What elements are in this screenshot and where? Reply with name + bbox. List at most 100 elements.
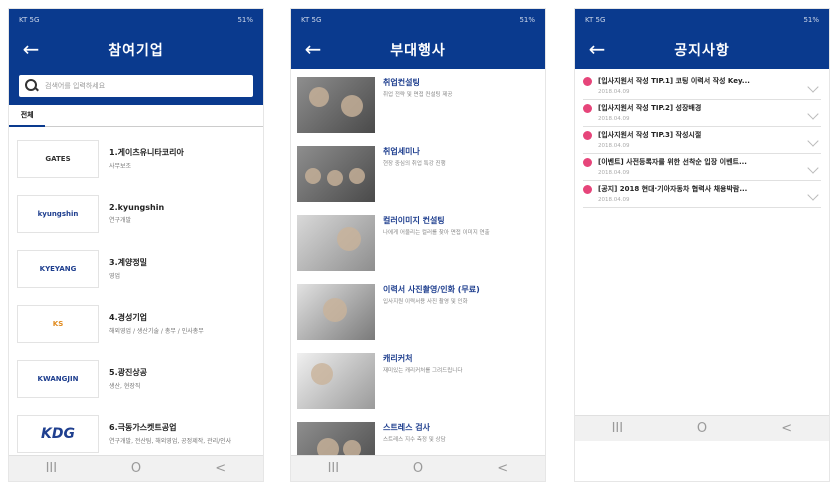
status-bar: KT 5G 51% xyxy=(575,9,829,31)
recents-button[interactable]: III xyxy=(313,461,353,476)
back-arrow-icon[interactable]: ← xyxy=(19,37,43,61)
notice-title: [입사지원서 작성 TIP.2] 성장배경 xyxy=(598,104,702,112)
list-item[interactable]: KYEYANG 3.계양정밀 영업 xyxy=(9,241,263,296)
chevron-down-icon[interactable] xyxy=(807,81,819,93)
notice-title: [입사지원서 작성 TIP.3] 작성시절 xyxy=(598,131,702,139)
company-name: 2.kyungshin xyxy=(109,203,165,212)
notice-date: 2018.04.09 xyxy=(598,89,630,95)
company-roles: 연구개발, 전산팀, 해외영업, 공정제작, 관리/인사 xyxy=(109,438,232,445)
page-title: 공지사항 xyxy=(674,43,730,59)
home-button[interactable]: O xyxy=(682,421,722,436)
page-title: 참여기업 xyxy=(108,43,164,59)
company-logo: KDG xyxy=(17,414,99,453)
company-name: 3.계양정밀 xyxy=(109,258,148,267)
list-item[interactable]: 컬러이미지 컨설팅 나에게 어울리는 컬러를 찾아 면접 이미지 연출 xyxy=(297,215,539,283)
list-item[interactable]: [공지] 2018 현대·기아자동차 협력사 채용박람... 2018.04.09 xyxy=(583,181,821,208)
company-roles: 사무보조 xyxy=(109,163,132,170)
back-arrow-icon[interactable]: ← xyxy=(585,37,609,61)
android-nav-bar: III O < xyxy=(9,455,263,481)
list-item[interactable]: 캐리커처재미있는 캐리커처를 그려드립니다 xyxy=(297,353,539,421)
status-battery: 51% xyxy=(237,16,253,24)
notice-title: [입사지원서 작성 TIP.1] 코팅 이력서 작성 Key... xyxy=(598,77,750,85)
back-button[interactable]: < xyxy=(201,461,241,476)
list-item[interactable]: [입사지원서 작성 TIP.2] 성장배경 2018.04.09 xyxy=(583,100,821,127)
event-photo xyxy=(297,353,375,409)
event-description: 재미있는 캐리커처를 그려드립니다 xyxy=(383,368,463,374)
phone-notices: KT 5G 51% ← 공지사항 [입사지원서 작성 TIP.1] 코팅 이력서… xyxy=(574,8,830,482)
search-placeholder: 검색어를 입력하세요 xyxy=(45,82,106,90)
search-bar: 검색어를 입력하세요 xyxy=(9,69,263,105)
search-input[interactable]: 검색어를 입력하세요 xyxy=(19,75,253,97)
list-item[interactable]: KS 4.경성기업해외영업 / 생산기술 / 총무 / 인사총무 xyxy=(9,296,263,351)
recents-button[interactable]: III xyxy=(597,421,637,436)
company-logo: KYEYANG xyxy=(17,249,99,288)
list-item[interactable]: KWANGJIN 5.광진상공 생산, 현장직 xyxy=(9,351,263,406)
list-item[interactable]: GATES 1.게이츠유니타코리아사무보조 xyxy=(9,131,263,186)
home-button[interactable]: O xyxy=(398,461,438,476)
back-button[interactable]: < xyxy=(483,461,523,476)
event-description: 나에게 어울리는 컬러를 찾아 면접 이미지 연출 xyxy=(383,230,490,236)
search-icon xyxy=(25,79,39,93)
notice-date: 2018.04.09 xyxy=(598,170,630,176)
chevron-down-icon[interactable] xyxy=(807,135,819,147)
event-title: 취업세미나 xyxy=(383,147,420,156)
event-title: 취업컨설팅 xyxy=(383,78,420,87)
event-photo xyxy=(297,215,375,271)
app-bar: ← 부대행사 xyxy=(291,31,545,69)
phone-participating-companies: KT 5G 51% ← 참여기업 검색어를 입력하세요 전체 GATES 1.게… xyxy=(8,8,264,482)
list-item[interactable]: 취업세미나현장 중심의 취업 특강 진행 xyxy=(297,146,539,214)
notice-dot-icon xyxy=(583,131,592,140)
event-list: 취업컨설팅 취업 전략 및 면접 컨설팅 제공 취업세미나현장 중심의 취업 특강… xyxy=(291,69,545,481)
company-name: 4.경성기업 xyxy=(109,313,148,322)
company-logo: GATES xyxy=(17,139,99,178)
event-photo xyxy=(297,77,375,133)
list-item[interactable]: [이벤트] 사전등록자를 위한 선착순 입장 이벤트... 2018.04.09 xyxy=(583,154,821,181)
notice-title: [공지] 2018 현대·기아자동차 협력사 채용박람... xyxy=(598,185,748,193)
event-description: 스트레스 지수 측정 및 상담 xyxy=(383,437,446,443)
app-bar: ← 공지사항 xyxy=(575,31,829,69)
company-name: 1.게이츠유니타코리아 xyxy=(109,148,184,157)
status-carrier: KT 5G xyxy=(301,16,322,24)
back-button[interactable]: < xyxy=(767,421,807,436)
company-roles: 해외영업 / 생산기술 / 총무 / 인사총무 xyxy=(109,328,204,335)
company-list: GATES 1.게이츠유니타코리아 사무보조 kyungshin 2.kyungs… xyxy=(9,127,263,465)
event-title: 스트레스 검사 xyxy=(383,423,430,432)
event-photo xyxy=(297,284,375,340)
event-description: 입사지원 이력서용 사진 촬영 및 인화 xyxy=(383,299,468,305)
android-nav-bar: III O < xyxy=(575,415,829,441)
status-bar: KT 5G 51% xyxy=(291,9,545,31)
chevron-down-icon[interactable] xyxy=(807,162,819,174)
home-button[interactable]: O xyxy=(116,461,156,476)
status-battery: 51% xyxy=(803,16,819,24)
list-item[interactable]: KDG 6.극동가스켓트공업연구개발, 전산팀, 해외영업, 공정제작, 관리/… xyxy=(9,406,263,461)
notice-dot-icon xyxy=(583,185,592,194)
phone-side-events: KT 5G 51% ← 부대행사 취업컨설팅 취업 전략 및 면접 컨설팅 제공 … xyxy=(290,8,546,482)
android-nav-bar: III O < xyxy=(291,455,545,481)
list-item[interactable]: kyungshin 2.kyungshin 연구개발 xyxy=(9,186,263,241)
company-roles: 연구개발 xyxy=(109,217,132,224)
notice-dot-icon xyxy=(583,77,592,86)
notice-date: 2018.04.09 xyxy=(598,116,630,122)
filter-tab-all[interactable]: 전체 xyxy=(9,105,46,127)
event-description: 현장 중심의 취업 특강 진행 xyxy=(383,161,446,167)
notice-dot-icon xyxy=(583,158,592,167)
list-item[interactable]: 취업컨설팅 취업 전략 및 면접 컨설팅 제공 xyxy=(297,77,539,145)
filter-tabs: 전체 xyxy=(9,105,263,127)
recents-button[interactable]: III xyxy=(31,461,71,476)
list-item[interactable]: 이력서 사진촬영/인화 (무료) 입사지원 이력서용 사진 촬영 및 인화 xyxy=(297,284,539,352)
event-photo xyxy=(297,146,375,202)
company-logo: KS xyxy=(17,304,99,343)
status-battery: 51% xyxy=(519,16,535,24)
event-title: 캐리커처 xyxy=(383,354,413,363)
company-name: 6.극동가스켓트공업 xyxy=(109,423,177,432)
chevron-down-icon[interactable] xyxy=(807,108,819,120)
list-item[interactable]: [입사지원서 작성 TIP.1] 코팅 이력서 작성 Key... 2018.04… xyxy=(583,73,821,100)
page-title: 부대행사 xyxy=(390,43,446,59)
company-roles: 생산, 현장직 xyxy=(109,383,141,390)
list-item[interactable]: [입사지원서 작성 TIP.3] 작성시절 2018.04.09 xyxy=(583,127,821,154)
notice-date: 2018.04.09 xyxy=(598,197,630,203)
app-bar: ← 참여기업 xyxy=(9,31,263,69)
back-arrow-icon[interactable]: ← xyxy=(301,37,325,61)
chevron-down-icon[interactable] xyxy=(807,189,819,201)
notice-date: 2018.04.09 xyxy=(598,143,630,149)
